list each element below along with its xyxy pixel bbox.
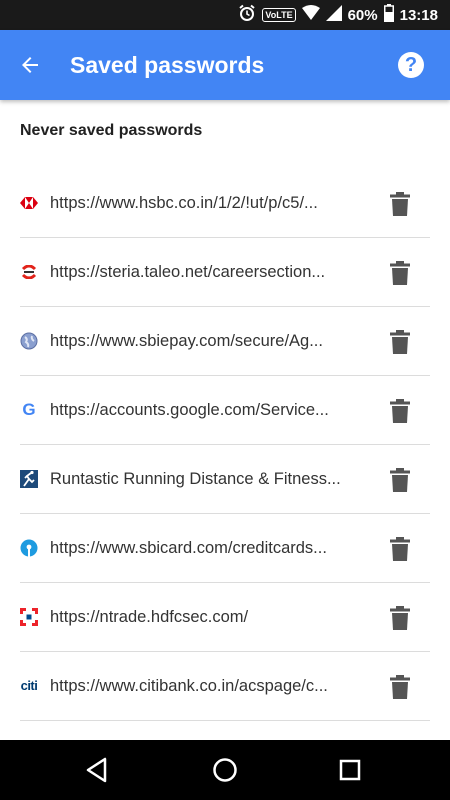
citi-favicon: citi xyxy=(20,677,38,695)
list-item[interactable]: https://ntrade.hdfcsec.com/ xyxy=(0,583,450,652)
item-url: Runtastic Running Distance & Fitness... xyxy=(50,470,341,488)
navigation-bar xyxy=(0,740,450,800)
battery-percent: 60% xyxy=(347,6,378,24)
delete-icon[interactable] xyxy=(389,261,411,285)
status-bar: VoLTE 60% 13:18 xyxy=(0,0,450,30)
delete-icon[interactable] xyxy=(389,675,411,699)
delete-icon[interactable] xyxy=(389,537,411,561)
sbi-favicon xyxy=(20,539,38,557)
item-url: https://www.sbiepay.com/secure/Ag... xyxy=(50,332,323,350)
arrow-back-icon xyxy=(22,57,38,73)
google-letter: G xyxy=(22,400,36,419)
steria-favicon xyxy=(20,263,38,281)
recents-square-icon[interactable] xyxy=(335,755,365,785)
runtastic-favicon xyxy=(20,470,38,488)
item-url: https://steria.taleo.net/careersection..… xyxy=(50,263,326,281)
clock: 13:18 xyxy=(399,6,438,24)
item-url: https://www.citibank.co.in/acspage/c... xyxy=(50,677,328,695)
help-icon[interactable]: ? xyxy=(398,52,424,78)
hdfc-favicon xyxy=(20,608,38,626)
alarm-icon xyxy=(238,4,256,26)
delete-icon[interactable] xyxy=(389,330,411,354)
item-url: https://www.hsbc.co.in/1/2/!ut/p/c5/... xyxy=(50,194,318,212)
list-item[interactable]: citi https://www.citibank.co.in/acspage/… xyxy=(0,652,450,721)
item-url: https://accounts.google.com/Service... xyxy=(50,401,329,419)
app-bar: Saved passwords ? xyxy=(0,30,450,100)
delete-icon[interactable] xyxy=(389,606,411,630)
delete-icon[interactable] xyxy=(389,399,411,423)
list-item[interactable]: https://www.hsbc.co.in/1/2/!ut/p/c5/... xyxy=(0,169,450,238)
item-url: https://ntrade.hdfcsec.com/ xyxy=(50,608,249,626)
item-url: https://www.sbicard.com/creditcards... xyxy=(50,539,327,557)
google-favicon: G xyxy=(20,401,38,419)
list-item[interactable]: https://www.sbicard.com/creditcards... xyxy=(0,514,450,583)
list-item[interactable]: Runtastic Running Distance & Fitness... xyxy=(0,445,450,514)
list-item[interactable]: https://steria.taleo.net/careersection..… xyxy=(0,238,450,307)
wifi-icon xyxy=(301,5,320,25)
delete-icon[interactable] xyxy=(389,468,411,492)
back-triangle-icon[interactable] xyxy=(83,755,113,785)
home-circle-icon[interactable] xyxy=(210,755,240,785)
globe-favicon xyxy=(20,332,38,350)
hsbc-favicon xyxy=(20,194,38,212)
back-button[interactable] xyxy=(14,49,46,81)
never-saved-list: https://www.hsbc.co.in/1/2/!ut/p/c5/... … xyxy=(0,169,450,721)
battery-icon xyxy=(383,4,394,26)
volte-icon: VoLTE xyxy=(262,8,296,22)
divider xyxy=(20,720,430,721)
list-item[interactable]: G https://accounts.google.com/Service... xyxy=(0,376,450,445)
section-header: Never saved passwords xyxy=(20,122,203,139)
list-item[interactable]: https://www.sbiepay.com/secure/Ag... xyxy=(0,307,450,376)
citi-letters: citi xyxy=(20,678,38,693)
page-title: Saved passwords xyxy=(70,52,265,78)
delete-icon[interactable] xyxy=(389,192,411,216)
signal-icon xyxy=(325,5,342,25)
status-indicators: VoLTE 60% 13:18 xyxy=(238,0,438,30)
saved-passwords-content: Never saved passwords https://www.hsbc.c… xyxy=(0,100,450,740)
